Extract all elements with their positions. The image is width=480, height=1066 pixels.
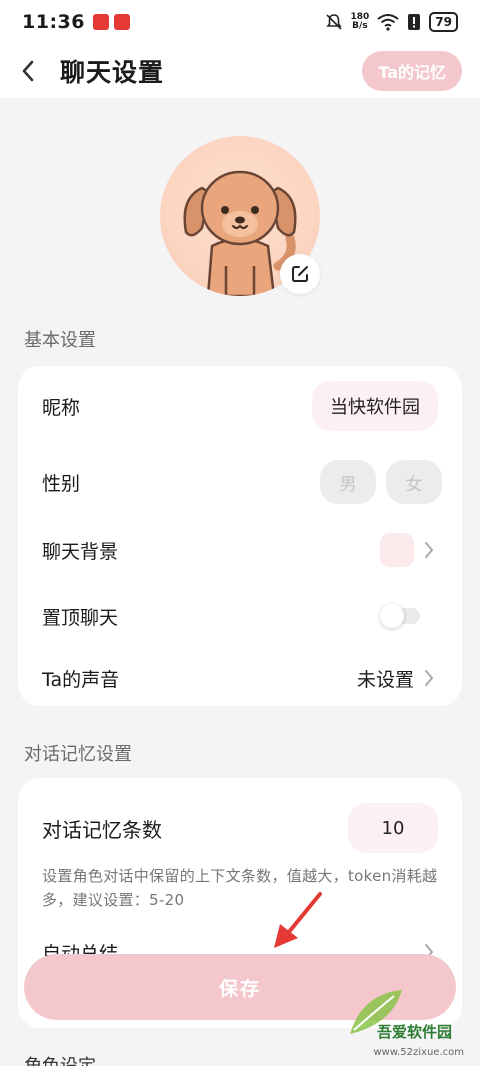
gender-row: 性别 男 女 bbox=[18, 450, 462, 514]
chevron-left-icon bbox=[22, 60, 34, 82]
edit-icon bbox=[292, 266, 308, 282]
mute-icon bbox=[325, 14, 342, 30]
memory-count-input[interactable]: 10 bbox=[348, 803, 438, 853]
pin-chat-toggle[interactable] bbox=[380, 604, 420, 628]
memory-count-label: 对话记忆条数 bbox=[42, 817, 162, 842]
alert-icon bbox=[408, 14, 421, 30]
chevron-right-icon bbox=[424, 540, 438, 560]
app-notification-icon bbox=[113, 14, 130, 30]
watermark-name: 吾爱软件园 bbox=[376, 1023, 452, 1041]
watermark-logo: 吾爱软件园 www.52zixue.com bbox=[342, 984, 472, 1064]
chat-background-preview bbox=[380, 533, 414, 567]
nickname-value[interactable]: 当快软件园 bbox=[312, 381, 438, 431]
voice-label: Ta的声音 bbox=[42, 668, 120, 691]
pin-chat-row: 置顶聊天 bbox=[18, 584, 462, 648]
network-speed: 180 B/s bbox=[351, 13, 370, 31]
role-settings-heading: 角色设定 bbox=[24, 1052, 96, 1066]
voice-value: 未设置 bbox=[356, 668, 414, 691]
network-speed-unit: B/s bbox=[352, 21, 368, 31]
edit-avatar-button[interactable] bbox=[280, 254, 320, 294]
memory-count-description: 设置角色对话中保留的上下文条数，值越大，token消耗越多，建议设置：5-20 bbox=[42, 867, 438, 909]
app-notification-icon bbox=[92, 14, 109, 30]
status-time: 11:36 bbox=[22, 11, 85, 33]
nickname-label: 昵称 bbox=[42, 396, 81, 419]
battery-indicator: 79 bbox=[429, 12, 458, 32]
watermark-url: www.52zixue.com bbox=[373, 1047, 465, 1058]
page-title: 聊天设置 bbox=[60, 58, 165, 87]
app-header: 聊天设置 Ta的记忆 bbox=[0, 44, 480, 98]
basic-settings-heading: 基本设置 bbox=[24, 330, 96, 351]
gender-female-button[interactable]: 女 bbox=[386, 460, 442, 504]
gender-male-button[interactable]: 男 bbox=[320, 460, 376, 504]
nickname-row[interactable]: 昵称 当快软件园 bbox=[18, 374, 462, 438]
annotation-arrow-icon bbox=[274, 892, 322, 948]
chevron-right-icon bbox=[424, 668, 438, 688]
status-indicators: 180 B/s 79 bbox=[325, 12, 458, 32]
ta-memory-button[interactable]: Ta的记忆 bbox=[362, 51, 462, 91]
avatar-section bbox=[160, 136, 320, 296]
back-button[interactable] bbox=[20, 59, 44, 83]
chat-background-row[interactable]: 聊天背景 bbox=[18, 518, 462, 582]
memory-count-row: 对话记忆条数 10 bbox=[18, 796, 462, 860]
status-bar: 11:36 180 B/s 79 bbox=[0, 0, 480, 44]
chat-background-label: 聊天背景 bbox=[42, 540, 119, 563]
gender-label: 性别 bbox=[42, 472, 81, 495]
notification-icons bbox=[92, 14, 130, 30]
wifi-icon bbox=[377, 14, 399, 31]
voice-row[interactable]: Ta的声音 未设置 bbox=[18, 646, 462, 710]
pin-chat-label: 置顶聊天 bbox=[42, 606, 119, 629]
basic-settings-card: 昵称 当快软件园 性别 男 女 聊天背景 置顶聊天 Ta的声音 未设置 bbox=[18, 366, 462, 706]
memory-settings-heading: 对话记忆设置 bbox=[24, 744, 132, 765]
toggle-knob bbox=[380, 604, 404, 628]
